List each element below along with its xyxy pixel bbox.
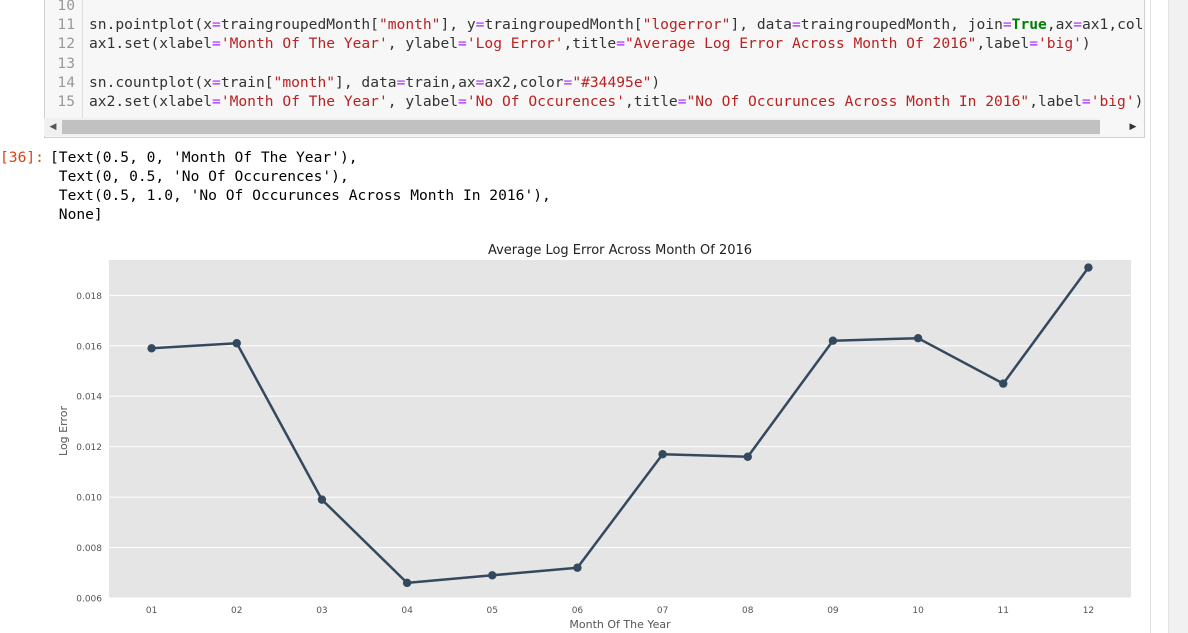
data-point bbox=[743, 452, 752, 461]
y-tick-label: 0.008 bbox=[76, 544, 102, 554]
chart-title: Average Log Error Across Month Of 2016 bbox=[488, 243, 752, 258]
vertical-scrollbar[interactable] bbox=[1168, 0, 1188, 633]
x-tick-label: 09 bbox=[827, 606, 839, 616]
x-tick-label: 02 bbox=[231, 606, 242, 616]
y-tick-label: 0.014 bbox=[76, 393, 102, 403]
y-ticks: 0.006 0.008 0.010 0.012 0.014 0.016 0.018 bbox=[76, 292, 102, 605]
data-point bbox=[488, 571, 497, 580]
x-tick-label: 01 bbox=[146, 606, 157, 616]
data-point bbox=[573, 563, 582, 572]
y-tick-label: 0.006 bbox=[76, 595, 102, 605]
data-point bbox=[317, 495, 327, 504]
y-tick-label: 0.018 bbox=[76, 292, 102, 302]
y-axis-label: Log Error bbox=[57, 406, 70, 456]
notebook-edge bbox=[1150, 0, 1151, 633]
x-tick-label: 07 bbox=[657, 606, 668, 616]
x-axis-label: Month Of The Year bbox=[569, 618, 671, 631]
x-tick-label: 03 bbox=[316, 606, 327, 616]
x-ticks: 01 02 03 04 05 06 07 08 09 10 11 12 bbox=[146, 606, 1094, 616]
x-tick-label: 04 bbox=[401, 606, 413, 616]
x-tick-label: 08 bbox=[742, 606, 754, 616]
data-point bbox=[658, 450, 667, 459]
x-tick-label: 10 bbox=[912, 606, 924, 616]
data-point bbox=[1084, 263, 1093, 272]
data-point bbox=[402, 578, 412, 588]
data-point bbox=[828, 336, 838, 345]
log-error-chart: Average Log Error Across Month Of 2016 0… bbox=[57, 243, 1131, 631]
y-tick-label: 0.010 bbox=[76, 494, 102, 504]
data-point bbox=[999, 379, 1008, 388]
y-tick-label: 0.016 bbox=[76, 342, 102, 352]
data-point bbox=[913, 333, 923, 343]
y-tick-label: 0.012 bbox=[76, 443, 102, 453]
x-tick-label: 12 bbox=[1083, 606, 1094, 616]
data-point bbox=[232, 339, 241, 348]
x-tick-label: 11 bbox=[998, 606, 1009, 616]
x-tick-label: 05 bbox=[487, 606, 498, 616]
data-point bbox=[147, 344, 156, 353]
x-tick-label: 06 bbox=[572, 606, 584, 616]
